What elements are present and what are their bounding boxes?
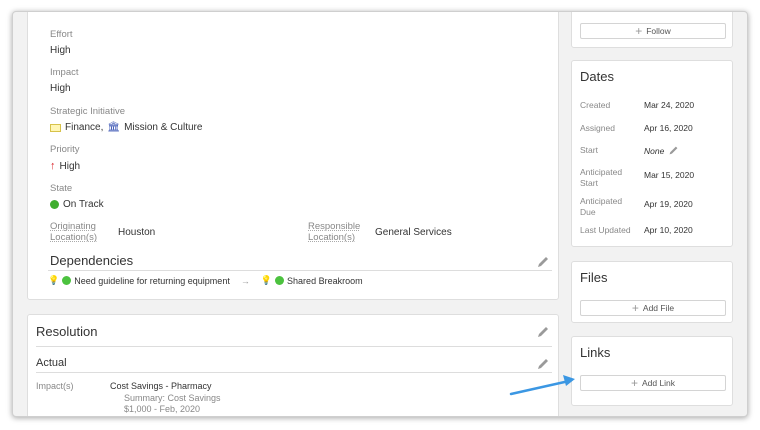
- actual-divider: [36, 372, 552, 373]
- edit-dependencies-pencil-icon[interactable]: [536, 255, 550, 269]
- follow-card: + Follow: [571, 12, 733, 48]
- files-card: Files + Add File: [571, 261, 733, 323]
- state-field: State On Track: [50, 183, 104, 210]
- plus-icon: +: [635, 24, 643, 38]
- app-window: Effort High Impact High Strategic Initia…: [12, 11, 748, 417]
- start-value: None: [644, 145, 665, 156]
- responsible-label: Responsible Location(s): [308, 221, 361, 243]
- state-value: On Track: [63, 199, 104, 210]
- annotation-arrow-icon: [509, 375, 575, 396]
- add-file-label: Add File: [642, 303, 675, 313]
- details-card: Effort High Impact High Strategic Initia…: [27, 12, 559, 300]
- impact-field: Impact High: [50, 67, 79, 94]
- resolution-divider: [36, 346, 552, 347]
- lightbulb-icon: 💡: [48, 275, 60, 285]
- follow-button[interactable]: + Follow: [580, 23, 726, 39]
- dates-title: Dates: [580, 69, 614, 84]
- lightbulb-icon: 💡: [260, 275, 273, 285]
- responsible-value: General Services: [375, 227, 452, 238]
- effort-label: Effort: [50, 29, 73, 40]
- impact-summary: Summary: Cost Savings: [124, 393, 221, 403]
- dates-card: Dates Created Mar 24, 2020 Assigned Apr …: [571, 60, 733, 247]
- resolution-card: Resolution Actual Impact(s) Cost Savings…: [27, 314, 559, 416]
- strategic-item-finance[interactable]: Finance,: [65, 122, 103, 133]
- originating-label: Originating Location(s): [50, 221, 97, 243]
- add-link-label: Add Link: [641, 378, 676, 388]
- files-title: Files: [580, 270, 608, 285]
- priority-label: Priority: [50, 144, 80, 155]
- plus-icon: +: [630, 376, 638, 390]
- dependency-from[interactable]: Need guideline for returning equipment: [74, 276, 230, 286]
- status-dot-icon: [62, 276, 72, 285]
- originating-value: Houston: [118, 227, 156, 238]
- resolution-title: Resolution: [36, 324, 98, 339]
- status-dot-icon: [50, 200, 59, 209]
- add-file-button[interactable]: + Add File: [580, 300, 726, 316]
- dependency-row: 💡 Need guideline for returning equipment…: [48, 275, 363, 286]
- impact-amount: $1,000 - Feb, 2020: [124, 404, 201, 414]
- dependencies-divider: [48, 270, 552, 271]
- finance-icon: [50, 123, 61, 132]
- strategic-item-mission[interactable]: Mission & Culture: [124, 122, 202, 133]
- priority-field: Priority ↑ High: [50, 144, 80, 172]
- add-link-button[interactable]: + Add Link: [580, 375, 726, 391]
- priority-value: High: [59, 160, 81, 172]
- status-dot-icon: [275, 276, 285, 285]
- arrow-right-icon: →: [240, 275, 250, 286]
- links-card: Links + Add Link: [571, 336, 733, 406]
- museum-icon: 🏛: [107, 122, 121, 133]
- plus-icon: +: [631, 301, 639, 315]
- follow-label: Follow: [646, 26, 671, 36]
- effort-value: High: [50, 45, 71, 56]
- strategic-field: Strategic Initiative Finance, 🏛 Mission …: [50, 106, 202, 133]
- links-title: Links: [580, 345, 611, 360]
- effort-field: Effort High: [50, 29, 73, 56]
- edit-start-pencil-icon[interactable]: [668, 145, 679, 156]
- impact-value: High: [50, 83, 71, 94]
- state-label: State: [50, 183, 73, 194]
- arrow-up-icon: ↑: [50, 160, 56, 172]
- dependency-to[interactable]: Shared Breakroom: [287, 276, 363, 286]
- edit-resolution-pencil-icon[interactable]: [536, 325, 550, 339]
- strategic-label: Strategic Initiative: [50, 106, 125, 117]
- impact-title: Cost Savings - Pharmacy: [110, 381, 212, 391]
- impacts-label: Impact(s): [36, 381, 74, 391]
- actual-subtitle: Actual: [36, 357, 67, 369]
- impact-label: Impact: [50, 67, 79, 78]
- dependencies-title: Dependencies: [50, 253, 134, 268]
